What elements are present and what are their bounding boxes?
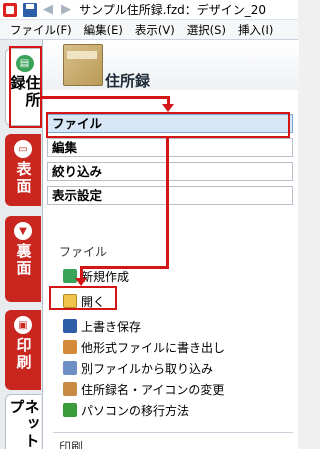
export-label: 他形式ファイルに書き出し — [81, 340, 226, 355]
tab-print-label: 印刷 — [14, 337, 33, 371]
print-tab-icon: ▣ — [14, 316, 32, 334]
folder-open-icon — [63, 294, 77, 308]
save-icon[interactable] — [23, 2, 37, 17]
import-icon — [63, 361, 77, 375]
menu-edit[interactable]: 編集(E) — [78, 22, 129, 38]
section-print-label: 印刷 — [59, 440, 84, 449]
import-button[interactable]: 別ファイルから取り込み — [63, 359, 213, 377]
menu-file[interactable]: ファイル(F) — [0, 22, 78, 38]
tab-front-label: 表面 — [14, 161, 33, 195]
tab-address-book-label: 住所録 — [8, 75, 42, 110]
tab-print[interactable]: ▣ 印刷 — [5, 310, 41, 390]
side-panel: 住所録 ファイル 編集 絞り込み 表示設定 ファイル 新規作成 開く 上書き保存… — [42, 40, 299, 449]
title-bar: ◀ ▶ サンプル住所録.fzd：デザイン_20 — [0, 0, 298, 20]
export-icon — [63, 340, 77, 354]
address-book-rename-icon — [63, 382, 77, 396]
new-label: 新規作成 — [81, 269, 130, 284]
new-file-icon — [63, 269, 77, 283]
address-book-icon — [63, 44, 103, 86]
category-filter[interactable]: 絞り込み — [47, 162, 293, 181]
window-title: サンプル住所録.fzd：デザイン_20 — [79, 3, 267, 17]
menu-view[interactable]: 表示(V) — [129, 22, 181, 38]
panel-title: 住所録 — [105, 72, 151, 90]
menu-bar: ファイル(F) 編集(E) 表示(V) 選択(S) 挿入(I) — [0, 20, 298, 40]
rename-button[interactable]: 住所録名・アイコンの変更 — [63, 380, 224, 398]
export-button[interactable]: 他形式ファイルに書き出し — [63, 338, 225, 356]
open-label: 開く — [81, 294, 106, 309]
address-book-tab-icon: ▤ — [15, 55, 34, 73]
new-button[interactable]: 新規作成 — [63, 267, 129, 285]
section-file-label: ファイル — [59, 245, 108, 259]
panel-header: 住所録 — [43, 40, 299, 90]
migrate-button[interactable]: パソコンの移行方法 — [63, 401, 189, 419]
open-button[interactable]: 開く — [63, 292, 105, 310]
nav-arrows-icon[interactable]: ◀ ▶ — [43, 2, 73, 17]
side-tabs: ▤ 住所録 ▭ 表面 ▼ 裏面 ▣ 印刷 ネットプ — [0, 40, 43, 449]
menu-select[interactable]: 選択(S) — [181, 22, 232, 38]
tab-back-label: 裏面 — [14, 243, 33, 277]
help-icon — [63, 403, 77, 417]
back-tab-icon: ▼ — [14, 222, 32, 240]
migrate-label: パソコンの移行方法 — [81, 403, 190, 418]
tab-net[interactable]: ネットプ — [5, 394, 41, 449]
section-divider — [53, 432, 293, 433]
category-display-settings[interactable]: 表示設定 — [47, 186, 293, 205]
save-disk-icon — [63, 319, 77, 333]
category-file[interactable]: ファイル — [47, 114, 293, 133]
tab-back[interactable]: ▼ 裏面 — [5, 216, 41, 302]
menu-insert[interactable]: 挿入(I) — [232, 22, 279, 38]
tab-front[interactable]: ▭ 表面 — [5, 134, 41, 206]
front-tab-icon: ▭ — [14, 140, 32, 158]
rename-label: 住所録名・アイコンの変更 — [81, 382, 225, 397]
overwrite-save-button[interactable]: 上書き保存 — [63, 317, 141, 335]
category-edit[interactable]: 編集 — [47, 138, 293, 157]
import-label: 別ファイルから取り込み — [81, 361, 214, 376]
app-icon[interactable] — [3, 2, 17, 17]
tab-net-label: ネットプ — [7, 399, 41, 449]
overwrite-save-label: 上書き保存 — [81, 319, 142, 334]
tab-address-book[interactable]: ▤ 住所録 — [5, 48, 43, 126]
